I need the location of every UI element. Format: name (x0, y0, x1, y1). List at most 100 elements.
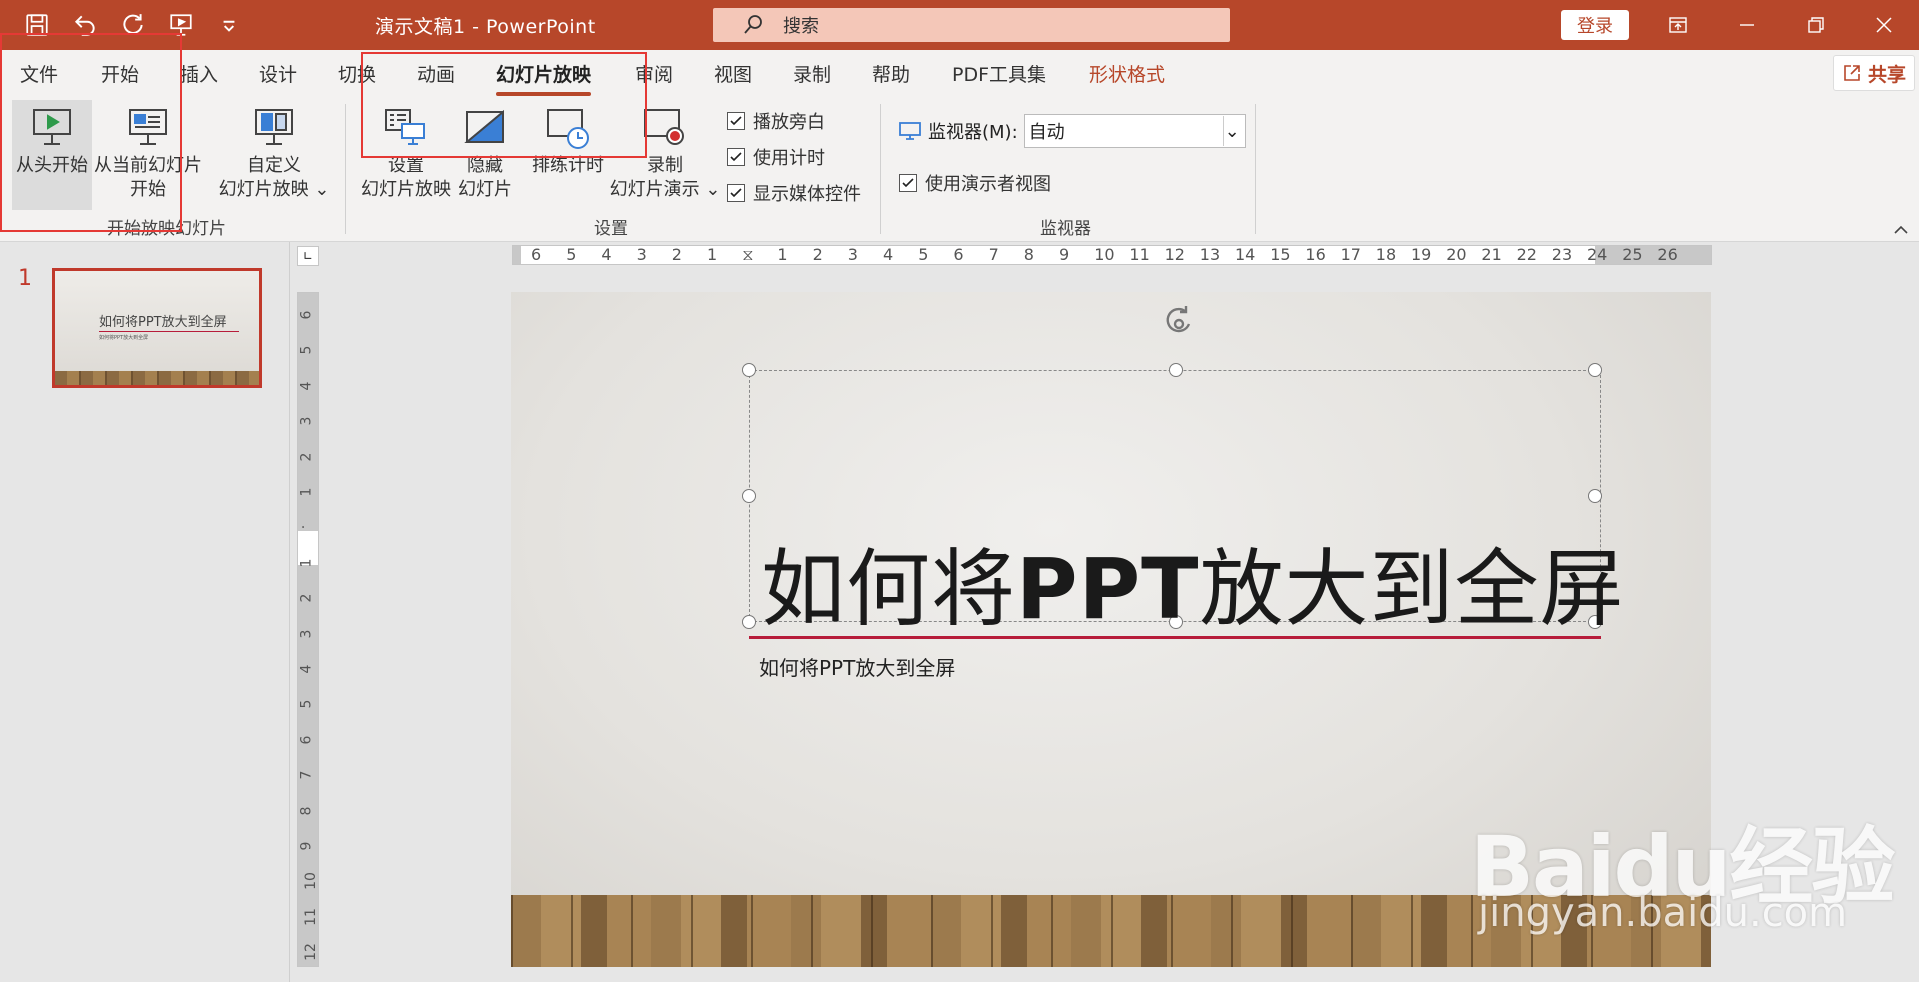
ruler-tick-label: 20 (1446, 245, 1467, 264)
ruler-tick-label: 3 (636, 245, 647, 264)
ribbon-display-options-button[interactable] (1658, 10, 1698, 40)
ruler-tick-label: 23 (1551, 245, 1573, 264)
tab-file[interactable]: 文件 (20, 60, 58, 87)
tab-stop-selector[interactable]: ∟ (297, 246, 319, 266)
hide-label-1: 隐藏 (467, 155, 503, 176)
show-media-controls-label: 显示媒体控件 (753, 184, 861, 205)
tab-pdf-tools[interactable]: PDF工具集 (952, 60, 1046, 87)
rehearse-timings-icon (547, 109, 589, 149)
resize-handle[interactable] (1588, 489, 1602, 503)
play-narrations-checkbox[interactable]: 播放旁白 (727, 108, 825, 134)
document-title: 演示文稿1 - PowerPoint (375, 16, 596, 38)
setup-show-icon (385, 109, 425, 145)
share-button[interactable]: 共享 (1833, 55, 1915, 91)
record-label-1: 录制 (647, 155, 683, 176)
search-placeholder: 搜索 (783, 16, 819, 37)
ruler-tick-label: · (297, 525, 313, 530)
ruler-tick-label: 21 (1481, 245, 1502, 264)
ruler-tick-label: 2 (298, 593, 315, 603)
title-underline (749, 636, 1601, 639)
ruler-tick-label: 2 (671, 245, 682, 264)
ruler-tick-label: 14 (1235, 245, 1256, 264)
resize-handle[interactable] (1169, 363, 1183, 377)
resize-handle[interactable] (742, 489, 756, 503)
resize-handle[interactable] (1588, 363, 1602, 377)
group-separator (880, 104, 881, 234)
resize-handle[interactable] (742, 615, 756, 629)
restore-icon (1808, 17, 1824, 33)
share-icon (1844, 65, 1860, 81)
record-slide-show-button[interactable]: 录制 幻灯片演示 ⌄ (605, 104, 725, 202)
rehearse-timings-button[interactable]: 排练计时 (528, 104, 608, 178)
ruler-tick-label: 24 (1587, 245, 1608, 264)
ruler-tick-label: 15 (1270, 245, 1291, 264)
show-media-controls-checkbox[interactable]: 显示媒体控件 (727, 180, 861, 206)
customize-qat-button[interactable] (212, 8, 246, 42)
ruler-tick-label: 22 (1516, 245, 1537, 264)
title-bar: 演示文稿1 - PowerPoint 搜索 登录 (0, 0, 1919, 50)
thumbnail-title: 如何将PPT放大到全屏 (99, 315, 227, 330)
search-input[interactable]: 搜索 (713, 8, 1230, 42)
tab-record[interactable]: 录制 (793, 60, 831, 87)
checkbox-box[interactable] (727, 148, 745, 166)
custom-slide-show-button[interactable]: 自定义 幻灯片放映 ⌄ (218, 104, 330, 202)
watermark-url: jingyan.baidu.com (1478, 890, 1848, 936)
login-button[interactable]: 登录 (1561, 10, 1629, 40)
restore-button[interactable] (1796, 10, 1836, 40)
tab-animations[interactable]: 动画 (417, 60, 455, 87)
checkbox-box[interactable] (727, 112, 745, 130)
tab-slide-show[interactable]: 幻灯片放映 (496, 60, 592, 96)
ruler-tick-label: 26 (1657, 245, 1678, 264)
slide-subtitle[interactable]: 如何将PPT放大到全屏 (759, 652, 955, 681)
title-text-1: 如何将 (761, 540, 1017, 638)
slide-thumbnail[interactable]: 如何将PPT放大到全屏 如何将PPT放大到全屏 (52, 268, 262, 388)
ruler-tick-label: 8 (1023, 245, 1034, 264)
ruler-tick-label: 5 (566, 245, 577, 264)
tab-transitions[interactable]: 切换 (338, 60, 376, 87)
from-current-slide-button[interactable]: 从当前幻灯片 开始 (92, 104, 204, 202)
save-button[interactable] (20, 8, 54, 42)
presenter-view-checkbox[interactable]: 使用演示者视图 (899, 170, 1051, 196)
undo-button[interactable] (68, 8, 102, 42)
set-up-slide-show-button[interactable]: 设置 幻灯片放映 (356, 104, 456, 202)
ruler-tick-label: 11 (1129, 245, 1150, 264)
checkbox-box[interactable] (899, 174, 917, 192)
presenter-view-label: 使用演示者视图 (925, 174, 1051, 195)
from-beginning-button[interactable]: 从头开始 (12, 100, 92, 210)
use-timings-checkbox[interactable]: 使用计时 (727, 144, 825, 170)
monitor-select[interactable]: 自动 ⌄ (1023, 114, 1246, 148)
group-separator (345, 104, 346, 234)
resize-handle[interactable] (742, 363, 756, 377)
monitor-label: 监视器(M): (928, 122, 1018, 143)
ruler-tick-label: 16 (1305, 245, 1326, 264)
ruler-tick-label: 1 (707, 245, 718, 264)
ruler-tick-label: 7 (298, 770, 315, 780)
record-icon (644, 109, 684, 145)
tab-shape-format[interactable]: 形状格式 (1089, 60, 1165, 87)
tab-design[interactable]: 设计 (259, 60, 297, 87)
tab-insert[interactable]: 插入 (180, 60, 218, 87)
ruler-tick-label: 25 (1622, 245, 1643, 264)
custom-show-icon (255, 109, 293, 145)
ruler-tick-label: 9 (1059, 245, 1070, 264)
tab-home[interactable]: 开始 (101, 60, 139, 87)
collapse-ribbon-icon[interactable] (1892, 222, 1910, 238)
tab-view[interactable]: 视图 (714, 60, 752, 87)
tab-review[interactable]: 审阅 (635, 60, 673, 87)
hide-slide-button[interactable]: 隐藏 幻灯片 (455, 104, 515, 202)
ruler-tick-label: 10 (1094, 245, 1115, 264)
redo-button[interactable] (116, 8, 150, 42)
present-from-start-qat-button[interactable] (164, 8, 198, 42)
chevron-down-icon[interactable]: ⌄ (1222, 116, 1241, 146)
checkbox-box[interactable] (727, 184, 745, 202)
record-label-2: 幻灯片演示 ⌄ (609, 179, 721, 200)
slide-title[interactable]: 如何将PPT放大到全屏 (761, 522, 1624, 643)
ribbon: 从头开始 从当前幻灯片 开始 自定义 幻灯片放映 ⌄ 开始放映幻灯片 设置 幻灯… (0, 96, 1919, 242)
tab-help[interactable]: 帮助 (872, 60, 910, 87)
from-current-label-2: 开始 (130, 179, 166, 200)
minimize-button[interactable] (1727, 10, 1767, 40)
close-button[interactable] (1864, 10, 1904, 40)
ribbon-tabs: 文件 开始 插入 设计 切换 动画 幻灯片放映 审阅 视图 录制 帮助 PDF工… (0, 50, 1919, 96)
rotate-handle-icon[interactable] (1159, 302, 1199, 342)
hide-label-2: 幻灯片 (458, 179, 512, 200)
